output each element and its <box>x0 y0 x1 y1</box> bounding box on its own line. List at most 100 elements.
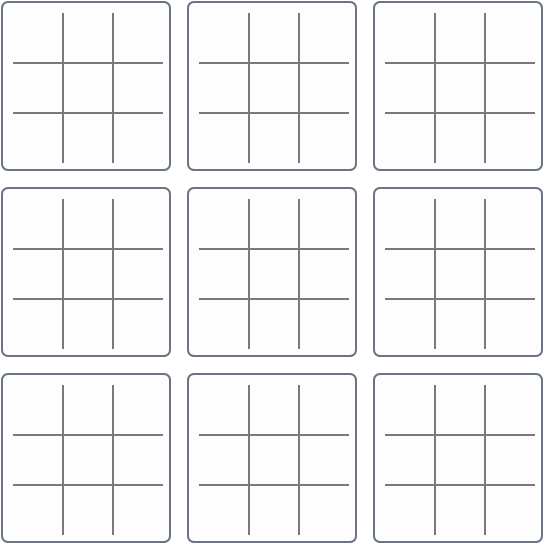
board-1-3 <box>373 1 543 171</box>
board-2-1 <box>1 187 171 357</box>
ultimate-tic-tac-toe-board <box>0 0 546 546</box>
board-3-3 <box>373 373 543 543</box>
board-3-1 <box>1 373 171 543</box>
cell-3-1[interactable] <box>385 113 435 163</box>
cell-2-1[interactable] <box>13 435 63 485</box>
cell-3-2[interactable] <box>63 485 113 535</box>
cell-2-1[interactable] <box>385 63 435 113</box>
board-2-3 <box>373 187 543 357</box>
cell-3-2[interactable] <box>435 299 485 349</box>
cell-3-1[interactable] <box>199 485 249 535</box>
cell-1-3[interactable] <box>113 385 163 435</box>
cell-1-3[interactable] <box>113 199 163 249</box>
board-3-2 <box>187 373 357 543</box>
cell-1-3[interactable] <box>485 13 535 63</box>
cell-3-3[interactable] <box>113 299 163 349</box>
cell-1-1[interactable] <box>13 199 63 249</box>
cell-3-2[interactable] <box>249 299 299 349</box>
cell-3-1[interactable] <box>385 299 435 349</box>
cell-2-2[interactable] <box>249 63 299 113</box>
board-grid-svg <box>199 199 349 349</box>
cell-3-1[interactable] <box>385 485 435 535</box>
cell-3-2[interactable] <box>63 113 113 163</box>
cell-2-1[interactable] <box>13 249 63 299</box>
cell-1-3[interactable] <box>299 385 349 435</box>
cell-2-2[interactable] <box>435 435 485 485</box>
cell-1-3[interactable] <box>485 199 535 249</box>
cell-1-2[interactable] <box>435 385 485 435</box>
cell-1-1[interactable] <box>199 385 249 435</box>
cell-1-3[interactable] <box>299 13 349 63</box>
board-2-2 <box>187 187 357 357</box>
cell-3-3[interactable] <box>113 485 163 535</box>
cell-2-2[interactable] <box>435 249 485 299</box>
cell-1-1[interactable] <box>199 199 249 249</box>
cell-3-2[interactable] <box>435 113 485 163</box>
cell-3-1[interactable] <box>13 113 63 163</box>
cell-1-1[interactable] <box>385 199 435 249</box>
cell-3-3[interactable] <box>299 113 349 163</box>
cell-1-3[interactable] <box>485 385 535 435</box>
board-grid-svg <box>385 199 535 349</box>
board-1-2 <box>187 1 357 171</box>
board-1-1 <box>1 1 171 171</box>
cell-3-2[interactable] <box>249 485 299 535</box>
cell-2-3[interactable] <box>113 249 163 299</box>
cell-1-2[interactable] <box>249 199 299 249</box>
cell-2-3[interactable] <box>485 63 535 113</box>
cell-2-2[interactable] <box>63 249 113 299</box>
cell-1-3[interactable] <box>113 13 163 63</box>
board-grid-svg <box>385 13 535 163</box>
cell-2-2[interactable] <box>249 435 299 485</box>
cell-1-3[interactable] <box>299 199 349 249</box>
cell-1-2[interactable] <box>249 385 299 435</box>
cell-2-3[interactable] <box>485 249 535 299</box>
cell-3-2[interactable] <box>249 113 299 163</box>
cell-2-3[interactable] <box>113 63 163 113</box>
cell-2-3[interactable] <box>299 63 349 113</box>
cell-2-3[interactable] <box>299 249 349 299</box>
cell-2-1[interactable] <box>199 435 249 485</box>
cell-3-2[interactable] <box>63 299 113 349</box>
cell-2-1[interactable] <box>385 435 435 485</box>
cell-3-3[interactable] <box>299 485 349 535</box>
cell-2-1[interactable] <box>13 63 63 113</box>
board-grid-svg <box>13 199 163 349</box>
cell-2-2[interactable] <box>435 63 485 113</box>
cell-3-3[interactable] <box>485 485 535 535</box>
cell-1-2[interactable] <box>63 13 113 63</box>
board-grid-svg <box>13 13 163 163</box>
cell-1-2[interactable] <box>63 385 113 435</box>
cell-2-2[interactable] <box>249 249 299 299</box>
cell-2-1[interactable] <box>199 249 249 299</box>
cell-3-3[interactable] <box>299 299 349 349</box>
cell-3-1[interactable] <box>13 299 63 349</box>
cell-2-1[interactable] <box>385 249 435 299</box>
board-grid-svg <box>385 385 535 535</box>
cell-1-1[interactable] <box>199 13 249 63</box>
cell-1-1[interactable] <box>13 13 63 63</box>
cell-1-1[interactable] <box>385 385 435 435</box>
cell-2-2[interactable] <box>63 435 113 485</box>
board-grid-svg <box>199 385 349 535</box>
cell-3-2[interactable] <box>435 485 485 535</box>
cell-1-2[interactable] <box>63 199 113 249</box>
cell-1-1[interactable] <box>13 385 63 435</box>
cell-3-3[interactable] <box>113 113 163 163</box>
cell-3-1[interactable] <box>199 299 249 349</box>
board-grid-svg <box>13 385 163 535</box>
cell-1-2[interactable] <box>435 13 485 63</box>
cell-1-2[interactable] <box>435 199 485 249</box>
cell-2-3[interactable] <box>299 435 349 485</box>
board-grid-svg <box>199 13 349 163</box>
cell-2-1[interactable] <box>199 63 249 113</box>
cell-1-2[interactable] <box>249 13 299 63</box>
cell-1-1[interactable] <box>385 13 435 63</box>
cell-3-1[interactable] <box>13 485 63 535</box>
cell-2-2[interactable] <box>63 63 113 113</box>
cell-2-3[interactable] <box>113 435 163 485</box>
cell-3-1[interactable] <box>199 113 249 163</box>
cell-3-3[interactable] <box>485 299 535 349</box>
cell-3-3[interactable] <box>485 113 535 163</box>
cell-2-3[interactable] <box>485 435 535 485</box>
